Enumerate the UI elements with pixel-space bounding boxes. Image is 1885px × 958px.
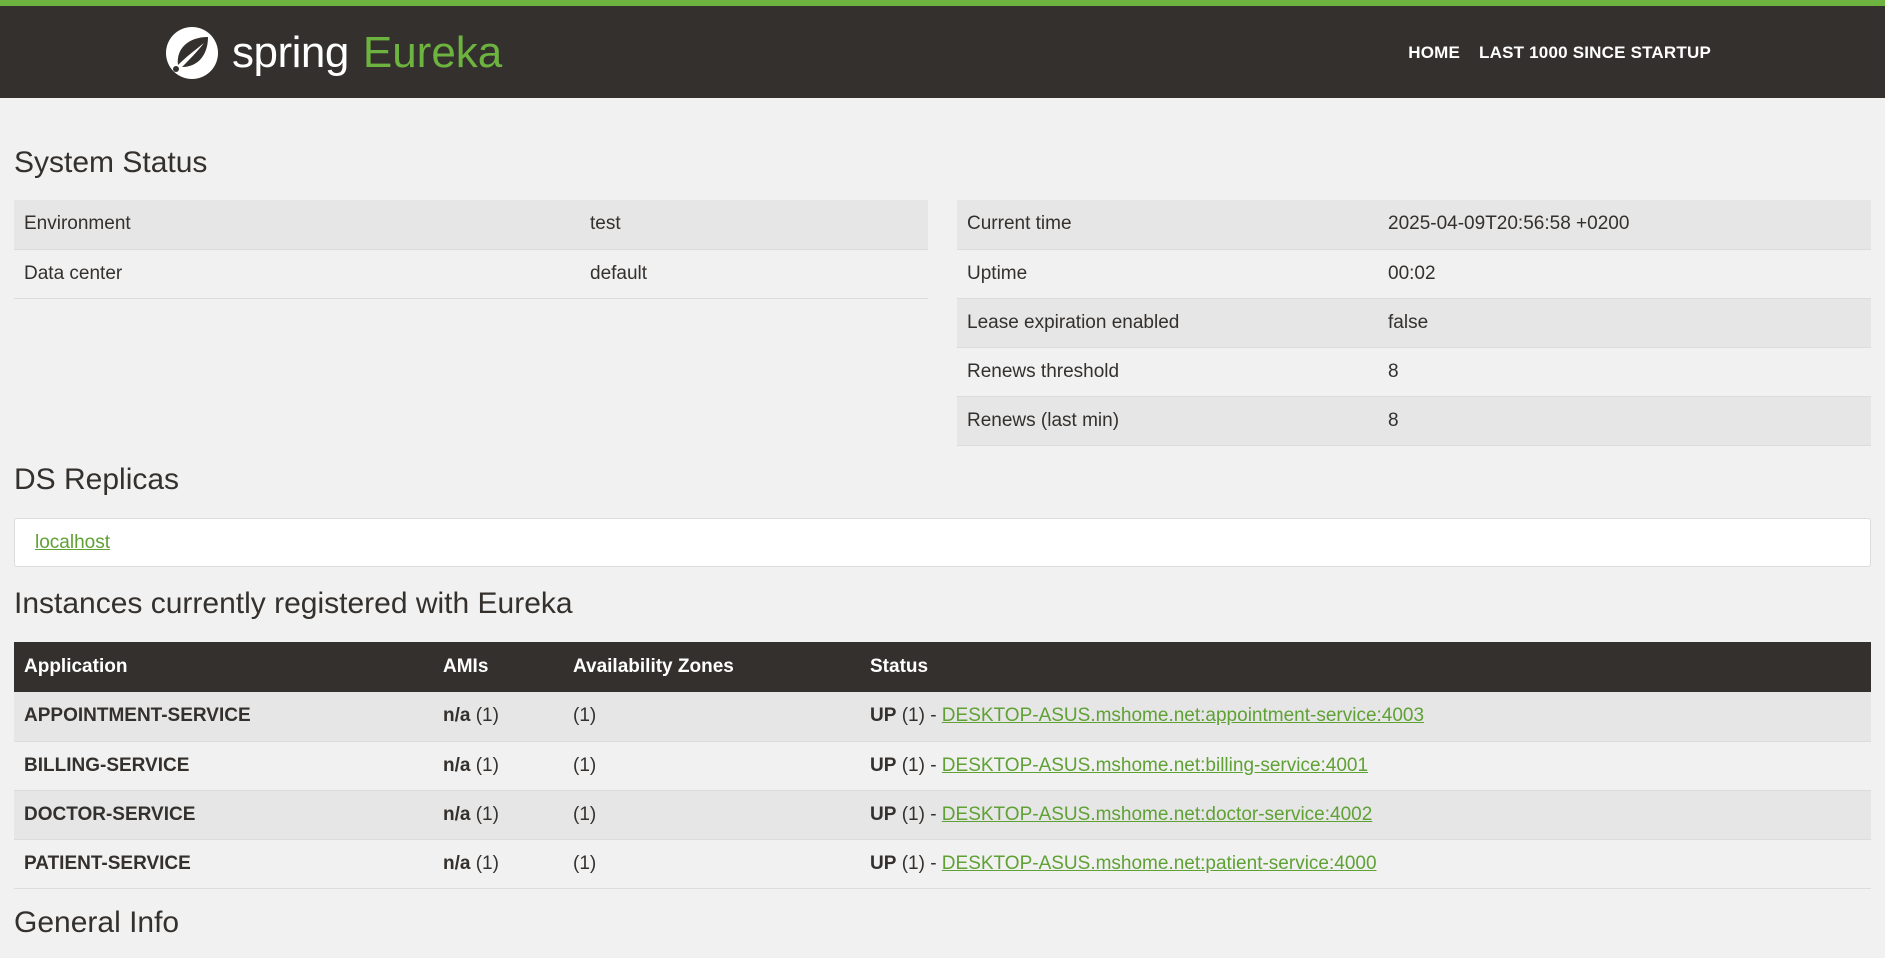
instance-link[interactable]: DESKTOP-ASUS.mshome.net:appointment-serv… [942, 705, 1424, 726]
instances-heading: Instances currently registered with Eure… [14, 587, 573, 620]
top-nav-links: HOME LAST 1000 SINCE STARTUP [1408, 43, 1711, 63]
status-label: Renews threshold [967, 360, 1120, 382]
status-value: default [590, 262, 648, 284]
status-up: UP [870, 754, 897, 776]
status-label: Renews (last min) [957, 396, 1378, 445]
table-row: Uptime 00:02 [957, 249, 1871, 298]
amis-count: (1) [475, 754, 499, 776]
amis-value: n/a [443, 705, 471, 727]
status-label: Uptime [967, 262, 1028, 284]
amis-value: n/a [443, 852, 471, 874]
status-up: UP [870, 705, 897, 727]
zones-cell: (1) [573, 852, 597, 874]
logo-eureka-text: Eureka [362, 28, 503, 77]
instances-table: Application AMIs Availability Zones Stat… [14, 642, 1871, 889]
table-row: Current time 2025-04-09T20:56:58 +0200 [957, 200, 1871, 249]
status-label: Current time [957, 200, 1378, 249]
system-status-left-table: Environment test Data center default [14, 200, 928, 299]
status-label: Data center [24, 262, 123, 284]
status-count: (1) - [901, 852, 937, 874]
status-value: 8 [1388, 360, 1399, 382]
status-value: 2025-04-09T20:56:58 +0200 [1378, 200, 1871, 249]
amis-cell: n/a (1) [433, 741, 563, 790]
instance-link[interactable]: DESKTOP-ASUS.mshome.net:billing-service:… [942, 755, 1368, 776]
table-row: Renews (last min) 8 [957, 396, 1871, 445]
table-row: BILLING-SERVICE n/a (1) (1) UP (1) - DES… [14, 741, 1871, 790]
replica-link-localhost[interactable]: localhost [35, 532, 110, 554]
status-up: UP [870, 803, 897, 825]
nav-home-link[interactable]: HOME [1408, 43, 1460, 63]
status-label: Environment [14, 200, 580, 249]
table-row: Environment test [14, 200, 928, 249]
status-cell: UP (1) - DESKTOP-ASUS.mshome.net:patient… [860, 839, 1871, 888]
table-row: PATIENT-SERVICE n/a (1) (1) UP (1) - DES… [14, 839, 1871, 888]
status-value: false [1378, 298, 1871, 347]
instance-link[interactable]: DESKTOP-ASUS.mshome.net:patient-service:… [942, 853, 1377, 874]
status-value: 8 [1378, 396, 1871, 445]
status-count: (1) - [901, 754, 937, 776]
top-navbar: spring Eureka HOME LAST 1000 SINCE START… [0, 0, 1885, 98]
zones-cell: (1) [573, 754, 597, 776]
column-header-application: Application [14, 642, 433, 692]
ds-replicas-list: localhost [14, 518, 1871, 567]
ds-replicas-heading: DS Replicas [14, 463, 180, 496]
status-value: 00:02 [1388, 262, 1436, 284]
spring-eureka-logo[interactable]: spring Eureka [164, 24, 502, 82]
status-count: (1) - [901, 803, 937, 825]
table-row: Data center default [14, 249, 928, 298]
amis-value: n/a [443, 803, 471, 825]
application-name: APPOINTMENT-SERVICE [14, 692, 433, 741]
status-up: UP [870, 852, 897, 874]
instance-link[interactable]: DESKTOP-ASUS.mshome.net:doctor-service:4… [942, 804, 1373, 825]
amis-value: n/a [443, 754, 471, 776]
zones-cell: (1) [563, 790, 860, 839]
table-row: DOCTOR-SERVICE n/a (1) (1) UP (1) - DESK… [14, 790, 1871, 839]
status-cell: UP (1) - DESKTOP-ASUS.mshome.net:doctor-… [860, 790, 1871, 839]
amis-cell: n/a (1) [433, 839, 563, 888]
amis-count: (1) [475, 803, 499, 825]
nav-last-1000-link[interactable]: LAST 1000 SINCE STARTUP [1479, 43, 1711, 63]
status-value: test [580, 200, 928, 249]
status-count: (1) - [901, 705, 937, 727]
status-cell: UP (1) - DESKTOP-ASUS.mshome.net:appoint… [860, 692, 1871, 741]
column-header-status: Status [860, 642, 1871, 692]
general-info-heading: General Info [14, 906, 180, 939]
table-header-row: Application AMIs Availability Zones Stat… [14, 642, 1871, 692]
table-row: APPOINTMENT-SERVICE n/a (1) (1) UP (1) -… [14, 692, 1871, 741]
system-status-heading: System Status [14, 146, 208, 179]
system-status-right-table: Current time 2025-04-09T20:56:58 +0200 U… [957, 200, 1871, 446]
amis-count: (1) [475, 852, 499, 874]
application-name: BILLING-SERVICE [24, 754, 190, 776]
amis-cell: n/a (1) [433, 790, 563, 839]
application-name: PATIENT-SERVICE [24, 852, 191, 874]
logo-spring-text: spring [232, 28, 349, 77]
application-name: DOCTOR-SERVICE [14, 790, 433, 839]
zones-cell: (1) [563, 692, 860, 741]
status-label: Lease expiration enabled [957, 298, 1378, 347]
spring-leaf-icon [166, 27, 218, 79]
status-cell: UP (1) - DESKTOP-ASUS.mshome.net:billing… [860, 741, 1871, 790]
table-row: Renews threshold 8 [957, 347, 1871, 396]
table-row: Lease expiration enabled false [957, 298, 1871, 347]
column-header-amis: AMIs [433, 642, 563, 692]
column-header-availability-zones: Availability Zones [563, 642, 860, 692]
amis-count: (1) [475, 705, 499, 727]
amis-cell: n/a (1) [433, 692, 563, 741]
